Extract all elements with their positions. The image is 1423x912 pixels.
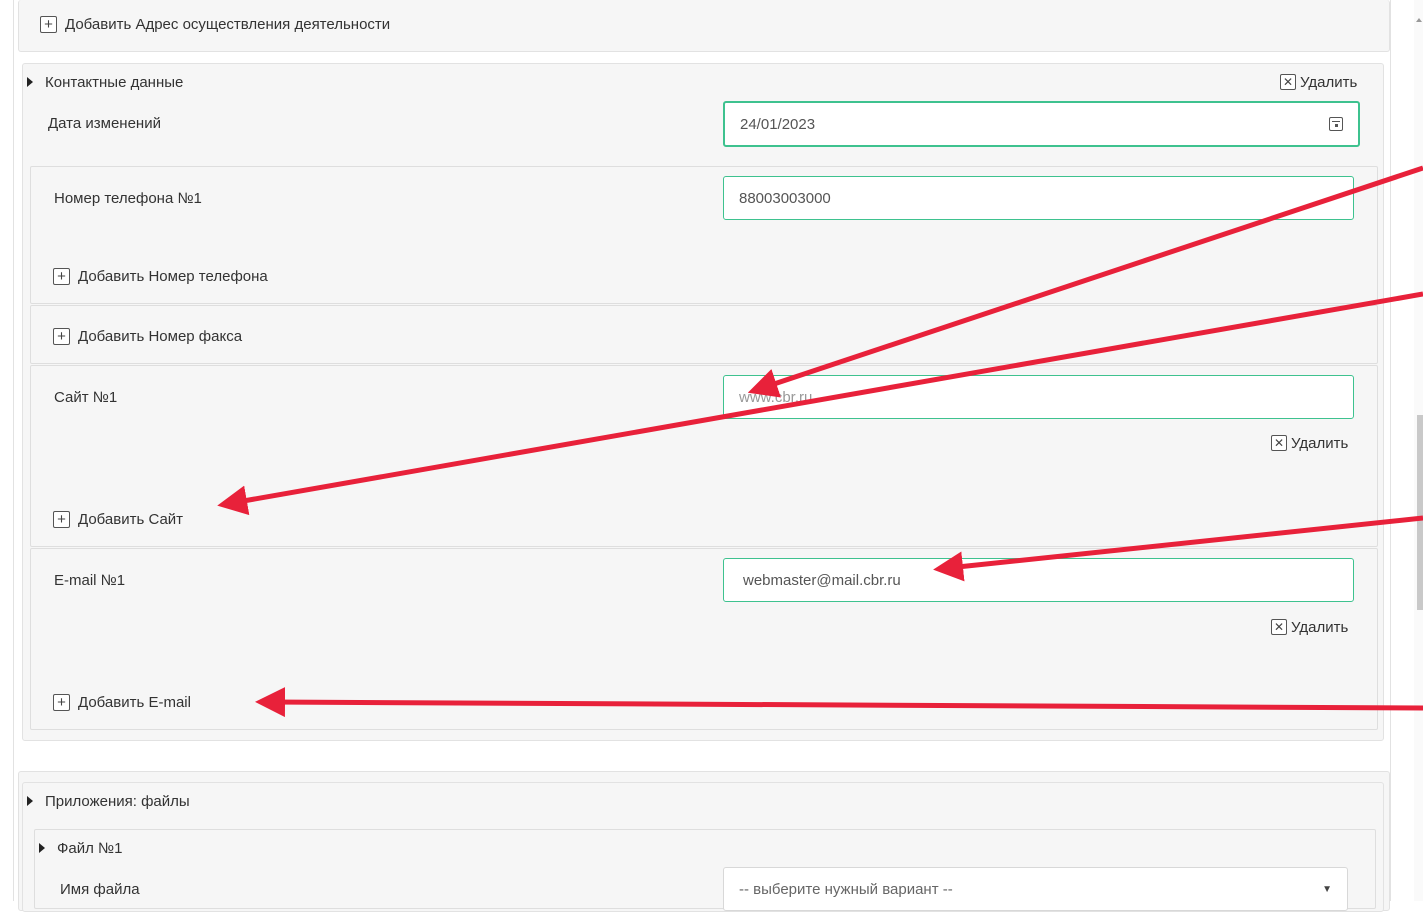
arrow-to-email-input bbox=[933, 515, 1423, 582]
arrow-to-add-site bbox=[217, 291, 1423, 516]
arrow-to-add-email bbox=[255, 687, 1423, 718]
arrow-to-site-input bbox=[747, 165, 1423, 398]
annotation-arrows bbox=[217, 165, 1423, 718]
